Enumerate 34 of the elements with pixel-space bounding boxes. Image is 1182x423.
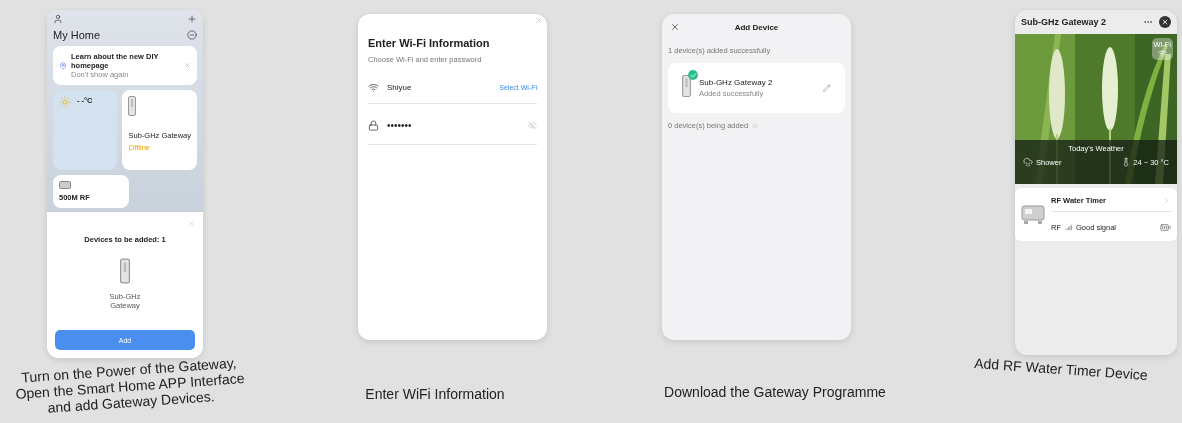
gateway-icon [128,96,137,116]
lock-icon [368,119,379,131]
close-icon [534,16,543,25]
battery-icon [1160,222,1171,233]
close-icon [670,22,680,32]
gateway-icon [120,258,130,284]
step-caption: Enter WiFi Information [364,386,506,402]
device-title: Sub-GHz Gateway 2 [1021,17,1107,27]
close-icon[interactable] [1159,16,1171,28]
device-icon [59,181,71,190]
water-timer-icon [1021,203,1045,226]
device-name: Sub-GHz Gateway 2 [699,78,774,87]
rain-cloud-icon [1023,157,1033,167]
page-title: Enter Wi-Fi Information [368,37,491,49]
chevron-right-icon [1162,196,1171,205]
network-name: Shiyue [387,83,412,92]
close-icon [188,220,195,227]
step-caption: Download the Gateway Programme [663,384,887,400]
wifi-icon [368,82,379,93]
add-icon [187,14,197,24]
location-pin-icon [59,61,67,70]
gateway-icon [682,75,691,97]
user-icon [53,14,63,24]
step-caption: Turn on the Power of the Gateway, Open the Smart Home APP Interface and add Gateway Devices. [14,353,246,418]
page-title: Add Device [734,22,779,32]
password-field[interactable]: ••••••• [368,116,537,145]
success-check-icon [688,70,698,80]
home-title: My Home [53,29,101,41]
close-icon [184,62,191,69]
signal-icon [1065,224,1072,231]
hide-password-icon [528,121,537,130]
sun-icon [59,96,71,108]
step-caption: Add RF Water Timer Device [972,353,1150,386]
edit-icon [823,84,831,92]
